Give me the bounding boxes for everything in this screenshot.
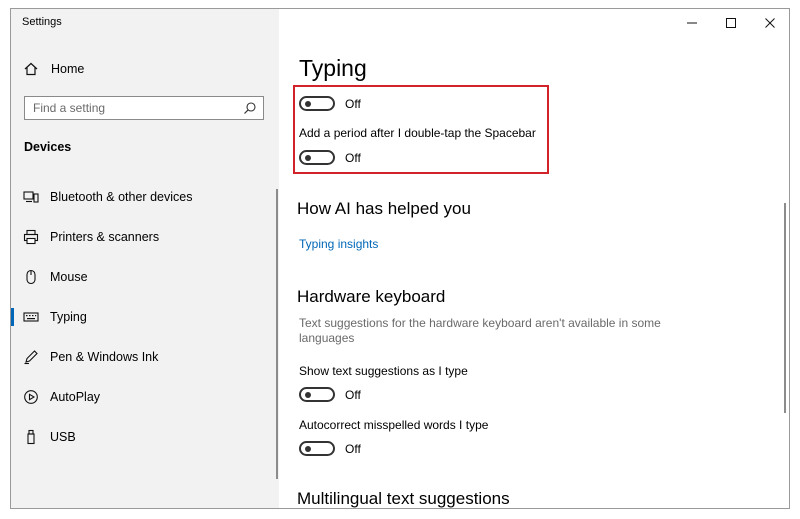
period-setting-label: Add a period after I double-tap the Spac… — [299, 126, 536, 140]
suggestions-toggle[interactable] — [299, 387, 335, 402]
settings-window: Settings Home Devices Bluetooth & other … — [10, 8, 790, 509]
sidebar: Settings Home Devices Bluetooth & other … — [11, 9, 279, 508]
typing-toggle[interactable] — [299, 96, 335, 111]
mouse-icon — [23, 269, 39, 285]
sidebar-item-pen[interactable]: Pen & Windows Ink — [11, 339, 279, 375]
toggle-knob — [305, 445, 311, 452]
ai-section-heading: How AI has helped you — [297, 199, 471, 218]
page-title: Typing — [299, 55, 367, 81]
sidebar-item-label: Pen & Windows Ink — [50, 350, 159, 364]
main-content: Typing Off Add a period after I double-t… — [279, 9, 789, 508]
multilingual-section-heading: Multilingual text suggestions — [297, 489, 510, 508]
sidebar-item-label: Bluetooth & other devices — [50, 190, 193, 204]
sidebar-item-label: Typing — [50, 310, 87, 324]
autocorrect-label: Autocorrect misspelled words I type — [299, 418, 489, 432]
hardware-description: Text suggestions for the hardware keyboa… — [299, 316, 661, 345]
sidebar-item-label: Home — [51, 62, 85, 76]
close-button[interactable] — [756, 13, 784, 33]
sidebar-section-title: Devices — [24, 140, 72, 154]
maximize-button[interactable] — [717, 13, 745, 33]
toggle-knob — [305, 100, 311, 107]
period-toggle[interactable] — [299, 150, 335, 165]
toggle-state-label: Off — [345, 97, 361, 111]
keyboard-icon — [23, 309, 39, 325]
sidebar-scrollbar[interactable] — [276, 189, 278, 479]
pen-icon — [23, 349, 39, 365]
autoplay-icon — [23, 389, 39, 405]
toggle-knob — [305, 391, 311, 398]
autocorrect-toggle[interactable] — [299, 441, 335, 456]
sidebar-item-printers[interactable]: Printers & scanners — [11, 219, 279, 255]
search-input[interactable] — [33, 100, 233, 116]
home-icon — [23, 61, 39, 77]
search-icon[interactable] — [243, 101, 257, 115]
window-title: Settings — [22, 16, 62, 28]
search-box[interactable] — [24, 96, 264, 120]
maximize-icon — [726, 18, 736, 28]
sidebar-item-typing[interactable]: Typing — [11, 299, 279, 335]
toggle-state-label: Off — [345, 388, 361, 402]
sidebar-item-label: AutoPlay — [50, 390, 101, 404]
toggle-state-label: Off — [345, 442, 361, 456]
sidebar-item-home[interactable]: Home — [11, 51, 279, 87]
usb-icon — [23, 429, 39, 445]
toggle-state-label: Off — [345, 151, 361, 165]
printer-icon — [23, 229, 39, 245]
typing-insights-link[interactable]: Typing insights — [299, 237, 378, 251]
sidebar-item-mouse[interactable]: Mouse — [11, 259, 279, 295]
sidebar-item-autoplay[interactable]: AutoPlay — [11, 379, 279, 415]
sidebar-item-bluetooth[interactable]: Bluetooth & other devices — [11, 179, 279, 215]
suggestions-label: Show text suggestions as I type — [299, 364, 468, 378]
sidebar-item-usb[interactable]: USB — [11, 419, 279, 455]
toggle-knob — [305, 154, 311, 161]
minimize-button[interactable] — [678, 13, 706, 33]
sidebar-item-label: Mouse — [50, 270, 88, 284]
hardware-section-heading: Hardware keyboard — [297, 287, 446, 306]
sidebar-item-label: USB — [50, 430, 76, 444]
sidebar-item-label: Printers & scanners — [50, 230, 160, 244]
bluetooth-devices-icon — [23, 189, 39, 205]
close-icon — [765, 18, 775, 28]
minimize-icon — [687, 22, 697, 24]
main-scrollbar[interactable] — [784, 203, 786, 413]
